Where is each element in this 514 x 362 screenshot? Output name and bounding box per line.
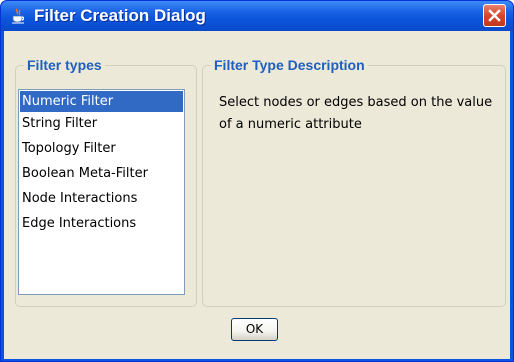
description-text: Select nodes or edges based on the value… (219, 95, 493, 132)
list-item-numeric-filter[interactable]: Numeric Filter (20, 91, 183, 112)
filter-types-list[interactable]: Numeric Filter String Filter Topology Fi… (18, 89, 185, 295)
window-title: Filter Creation Dialog (34, 6, 206, 25)
dialog-body: Filter types Filter Type Description Num… (4, 31, 510, 359)
close-button[interactable] (483, 4, 506, 27)
filter-types-label: Filter types (24, 57, 105, 73)
list-item-node-interactions[interactable]: Node Interactions (20, 188, 183, 209)
close-icon (488, 9, 501, 22)
description-label: Filter Type Description (211, 57, 368, 73)
dialog-window: Filter Creation Dialog Filter types Filt… (0, 0, 514, 362)
list-item-edge-interactions[interactable]: Edge Interactions (20, 213, 183, 234)
title-bar[interactable]: Filter Creation Dialog (1, 1, 513, 31)
ok-button[interactable]: OK (231, 318, 278, 341)
list-item-topology-filter[interactable]: Topology Filter (20, 138, 183, 159)
list-item-boolean-meta-filter[interactable]: Boolean Meta-Filter (20, 163, 183, 184)
java-coffee-cup-icon (12, 8, 25, 24)
list-item-string-filter[interactable]: String Filter (20, 113, 183, 134)
